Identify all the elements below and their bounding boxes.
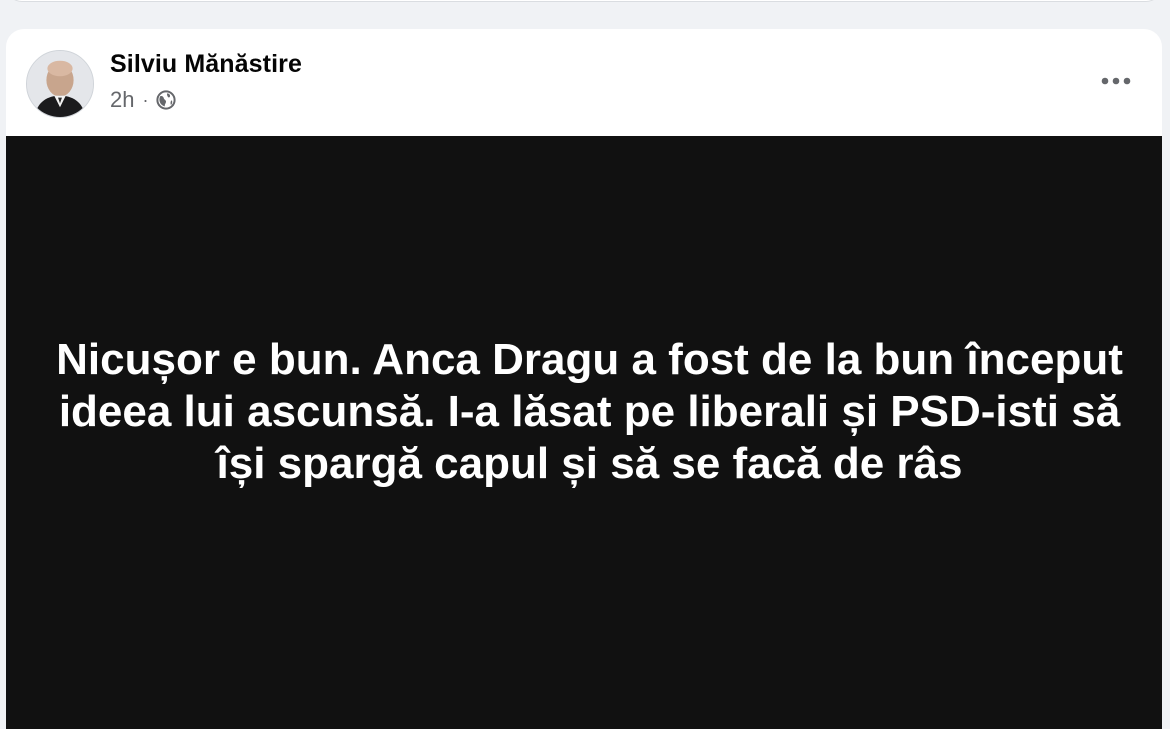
author-name[interactable]: Silviu Mănăstire xyxy=(110,50,302,79)
meta-separator: · xyxy=(142,89,149,110)
previous-post-card xyxy=(6,0,1162,2)
feed-post: Silviu Mănăstire 2h · Nicușor e bun. Anc xyxy=(6,29,1162,729)
more-options-icon xyxy=(1101,77,1131,85)
author-avatar[interactable] xyxy=(26,50,94,118)
post-header: Silviu Mănăstire 2h · xyxy=(6,29,1162,136)
post-meta: 2h · xyxy=(110,87,177,113)
post-body-text: Nicușor e bun. Anca Dragu a fost de la b… xyxy=(56,335,1123,488)
more-options-button[interactable] xyxy=(1094,63,1138,99)
post-timestamp[interactable]: 2h xyxy=(110,87,134,113)
post-text-background: Nicușor e bun. Anca Dragu a fost de la b… xyxy=(6,136,1162,729)
globe-icon[interactable] xyxy=(156,90,177,110)
avatar-image xyxy=(27,51,93,117)
